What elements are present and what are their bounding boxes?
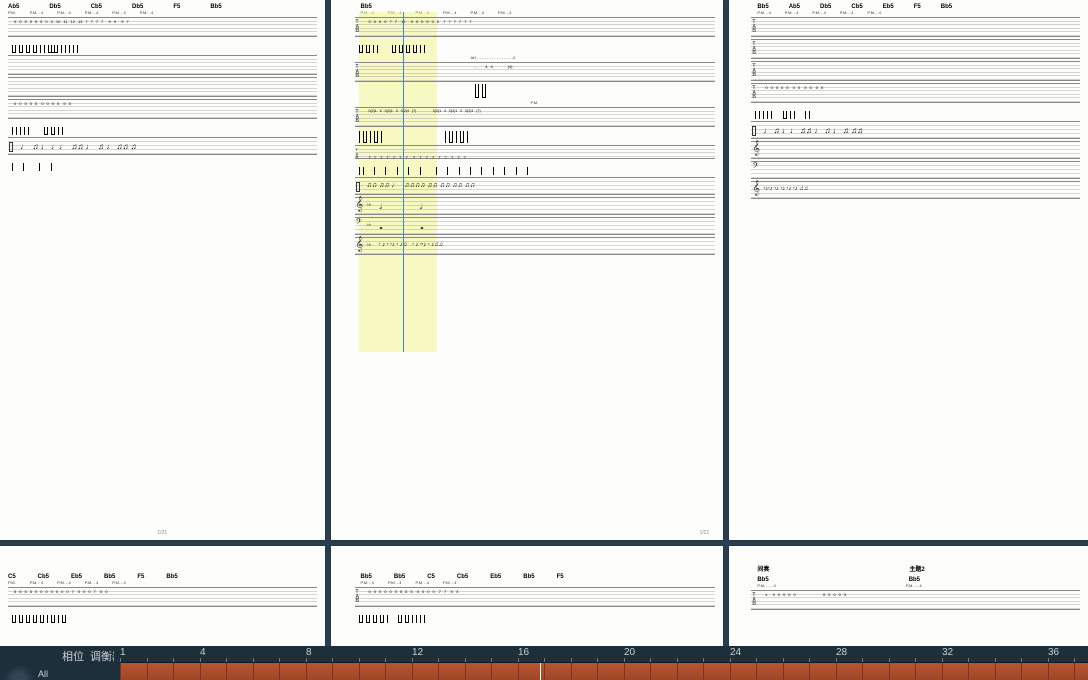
- timeline-tick: 8: [306, 647, 312, 658]
- tab-clef-icon: TAB: [356, 110, 360, 124]
- score-view-row-1: Ab5 Db5 Cb5 Db5 F5 Bb5 P.M. P.M. - 4 P.M…: [0, 0, 1088, 540]
- track-1-tab: rh.gt.1 TAB 000077 19 000000 777777: [355, 17, 716, 53]
- percussion-clef-icon: [9, 142, 13, 152]
- score-page-1[interactable]: Ab5 Db5 Cb5 Db5 F5 Bb5 P.M. P.M. - 4 P.M…: [0, 0, 325, 540]
- track-3-tab: TAB: [751, 61, 1080, 81]
- track-1-tab: TAB: [751, 17, 1080, 37]
- piano-treble-staff: 𝄞: [751, 141, 1080, 159]
- timeline-track[interactable]: [120, 663, 1088, 680]
- track-tab: TAB x 00000 00000: [751, 590, 1080, 610]
- drums-staff: drms. ♫♫ ♫♫ ♩ ♫♫♫♫ ♫♫ ♫♫ ♫♫ ♫♫: [355, 177, 716, 195]
- tab-clef-icon: TAB: [356, 148, 359, 159]
- timeline-tick: 32: [942, 647, 953, 658]
- tab-clef-icon: TAB: [752, 64, 756, 78]
- timeline-tick: 36: [1048, 647, 1059, 658]
- score-page-4[interactable]: C5 Cb5 Eb5 Bb5 F5 Bb5 P.M. P.M. - 4 P.M.…: [0, 546, 325, 646]
- score-page-3[interactable]: Bb5 Ab5 Db5 Cb5 Eb5 F5 Bb5 P.M. - 4 P.M.…: [729, 0, 1088, 540]
- tab-clef-icon: TAB: [356, 20, 360, 34]
- track-1-tab: 00555500101112137777 99 97: [8, 17, 317, 53]
- track-4-tab: TAB 00005 00 55 00: [751, 83, 1080, 119]
- track-2-tab: TAB: [751, 39, 1080, 59]
- palm-mute-markings: P.M. P.M. - 4 P.M. - 4 P.M. - 4 P.M. - 4: [0, 580, 325, 585]
- treble-clef-icon: 𝄞: [356, 236, 364, 252]
- bass-clef-icon: 𝄢: [356, 218, 362, 229]
- track-2-tab: rh.gt.2 TAB - 44 (4): [355, 62, 716, 98]
- timeline-tick: 4: [200, 647, 206, 658]
- score-page-5[interactable]: Bb5 Bb5 C5 Cb5 Eb5 Bb5 F5 P.M. - 4 P.M. …: [331, 546, 724, 646]
- piano-treble-staff: rh.gt.1 𝄞 ♭♭ 𝅗𝅥 𝅗𝅥: [355, 197, 716, 215]
- timeline-tick: 1: [120, 647, 126, 658]
- playhead-cursor[interactable]: [403, 12, 404, 352]
- score-page-6[interactable]: 间奏 主题2 Bb5 Bb5 P.M. - - - 4 P.M. - - 4 T…: [729, 546, 1088, 646]
- synth-staff: 𝄞 𝄾♪𝄾♪ 𝄾♪ 𝄾♪ 𝄾♪ 𝄾♪ ♫♫: [751, 181, 1080, 199]
- piano-bass-staff: 𝄢 ♭♭ 𝅝 𝅝: [355, 217, 716, 235]
- track-tab: TAB 000000555 0000 77 XX: [355, 587, 716, 623]
- score-page-2[interactable]: Bb5 P.M. - 4 P.M. - 4 P.M. - 4 P.M. - 4 …: [331, 0, 724, 540]
- chord-labels: C5 Cb5 Eb5 Bb5 F5 Bb5: [0, 570, 325, 580]
- timeline-tick: 24: [730, 647, 741, 658]
- palm-mute-markings: P.M. - 4 P.M. - 4 P.M. - 4 P.M. - 4: [331, 580, 724, 585]
- pm-section-marking: P.M.: [531, 100, 724, 105]
- track-2-tab: [8, 55, 317, 75]
- tab-clef-icon: TAB: [356, 65, 360, 79]
- bottom-toolbar: 相位 调衡器 1 4 8 12 16 20 24 28 32 36: [0, 646, 1088, 680]
- section-labels: 间奏 主题2: [729, 564, 1088, 573]
- timeline-ruler[interactable]: 1 4 8 12 16 20 24 28 32 36: [120, 646, 1088, 663]
- palm-mute-markings: P.M. P.M. - 4 P.M. - 4 P.M. - 4 P.M. - 4…: [0, 10, 325, 15]
- track-bass-tab: e.b. TAB 77 7 7 7 7 7 7 7 7 7 7 7 7 7 7: [355, 145, 716, 175]
- palm-mute-markings: P.M. - - - 4 P.M. - - 4: [729, 583, 1088, 588]
- chord-labels: Ab5 Db5 Cb5 Db5 F5 Bb5: [0, 0, 325, 10]
- tab-clef-icon: TAB: [752, 42, 756, 56]
- tab-clef-icon: TAB: [356, 590, 360, 604]
- percussion-clef-icon: [752, 126, 756, 136]
- treble-clef-icon: 𝄞: [752, 180, 760, 196]
- page-number: 1/21: [700, 530, 710, 536]
- timeline-tick: 16: [518, 647, 529, 658]
- piano-bass-staff: 𝄢: [751, 161, 1080, 179]
- timeline-tick: 20: [624, 647, 635, 658]
- bass-clef-icon: 𝄢: [752, 162, 758, 173]
- tab-clef-icon: TAB: [752, 593, 756, 607]
- palm-mute-markings: P.M. - 4 P.M. - 4 P.M. - 4 P.M. - 4 P.M.…: [331, 10, 724, 15]
- phase-label[interactable]: 相位: [62, 648, 84, 664]
- timeline-tick: 12: [412, 647, 423, 658]
- timeline-playhead[interactable]: [540, 663, 541, 680]
- chord-labels: Bb5 Bb5 C5 Cb5 Eb5 Bb5 F5: [331, 570, 724, 580]
- ah-marking: AH - - - - - - - - - - - - - - -4: [471, 55, 724, 60]
- chord-labels: Bb5 Bb5: [729, 573, 1088, 583]
- score-view-row-2: C5 Cb5 Eb5 Bb5 F5 Bb5 P.M. P.M. - 4 P.M.…: [0, 546, 1088, 646]
- track-tab: 555500000007 0007 00: [8, 587, 317, 623]
- track-3-tab: c.gt.1 TAB 0(2)100(2)100(2)4(7) 0(2)100(…: [355, 107, 716, 143]
- chord-labels: Bb5 Ab5 Db5 Cb5 Eb5 F5 Bb5: [729, 0, 1088, 10]
- track-4-tab: 00005 0000 55: [8, 99, 317, 135]
- treble-clef-icon: 𝄞: [752, 140, 760, 156]
- timeline[interactable]: 1 4 8 12 16 20 24 28 32 36: [120, 646, 1088, 680]
- treble-clef-icon: 𝄞: [356, 196, 364, 212]
- percussion-staff: ♩ ♫ ♩ ♩♩ ♫♫ ♩ ♫ ♩ ♫♫ ♫: [8, 137, 317, 171]
- all-tracks-label[interactable]: All: [38, 669, 48, 679]
- track-3-tab: [8, 77, 317, 97]
- percussion-staff: ♩ ♫ ♩♩ ♫♫ ♩ ♫ ♩ ♫ ♫♫: [751, 121, 1080, 139]
- chord-labels: Bb5: [331, 0, 724, 10]
- tab-clef-icon: TAB: [752, 20, 756, 34]
- equalizer-label[interactable]: 调衡器: [90, 648, 114, 664]
- synth-staff: rh.gt.2 𝄞 ♭♭ 𝄾 ♪ 𝄾 𝄾♪ 𝄾 ♪♫ 𝄾 ♪ 𝄾𝄾♪ 𝄾 ♪♫♫: [355, 237, 716, 255]
- timeline-tick: 28: [836, 647, 847, 658]
- palm-mute-markings: P.M. - 4 P.M. - 4 P.M. - 4 P.M. - 4 P.M.…: [729, 10, 1088, 15]
- percussion-clef-icon: [356, 182, 360, 192]
- tab-clef-icon: TAB: [752, 86, 756, 100]
- page-number: 1/21: [157, 530, 167, 536]
